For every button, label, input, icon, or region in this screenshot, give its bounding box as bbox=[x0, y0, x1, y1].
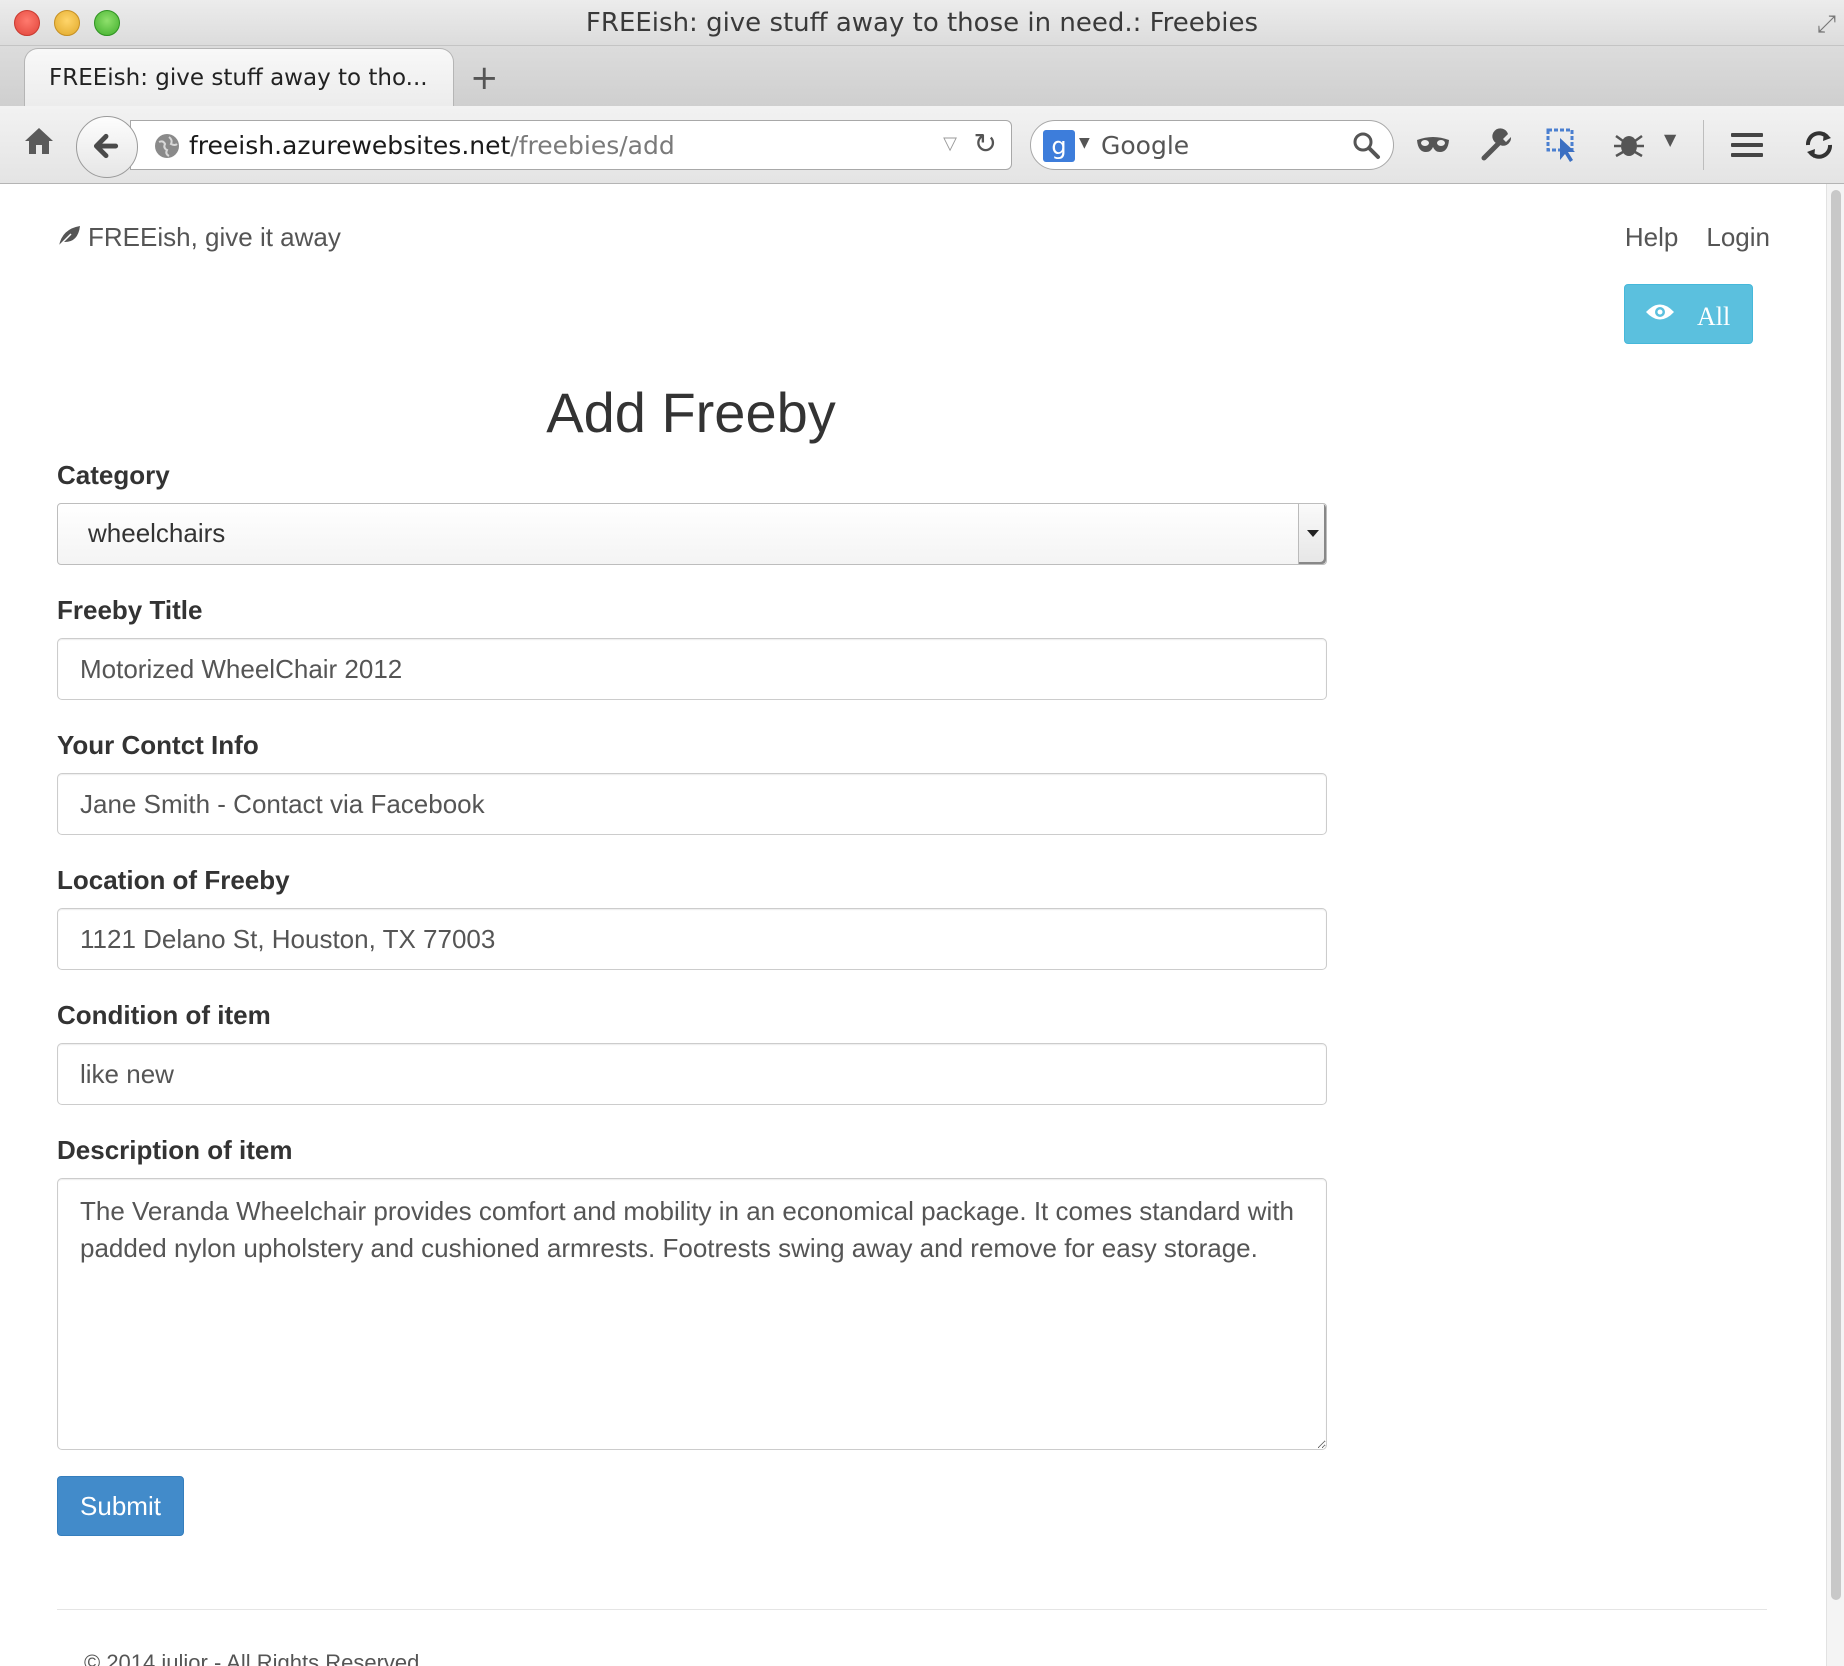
location-label: Location of Freeby bbox=[57, 865, 290, 895]
toolbar-divider bbox=[1703, 120, 1704, 170]
category-select[interactable]: wheelchairs bbox=[57, 503, 1327, 565]
condition-label: Condition of item bbox=[57, 1000, 271, 1030]
page-title: Add Freeby bbox=[546, 381, 836, 444]
view-all-label: All bbox=[1697, 302, 1731, 331]
globe-icon bbox=[155, 134, 179, 158]
bug-icon[interactable] bbox=[1610, 126, 1648, 164]
scrollbar-thumb[interactable] bbox=[1831, 190, 1841, 1600]
menu-icon[interactable] bbox=[1728, 126, 1766, 164]
category-label: Category bbox=[57, 460, 170, 490]
leaf-icon bbox=[58, 226, 80, 247]
select-arrow-icon[interactable] bbox=[1298, 504, 1326, 564]
contact-info-group: Your Contct Info bbox=[57, 730, 1327, 835]
search-bar[interactable]: g ▼ Google bbox=[1030, 120, 1394, 170]
reload-icon[interactable]: ↻ bbox=[974, 127, 997, 160]
category-group: Category wheelchairs bbox=[57, 460, 1327, 565]
tab-strip: FREEish: give stuff away to tho... + bbox=[0, 46, 1844, 106]
search-placeholder: Google bbox=[1101, 131, 1190, 160]
location-input[interactable] bbox=[57, 908, 1327, 970]
sync-icon[interactable] bbox=[1800, 126, 1838, 164]
category-selected-value: wheelchairs bbox=[88, 518, 226, 548]
browser-toolbar: freeish.azurewebsites.net/freebies/add ▽… bbox=[0, 106, 1844, 184]
description-textarea[interactable]: The Veranda Wheelchair provides comfort … bbox=[57, 1178, 1327, 1450]
view-all-button[interactable]: All bbox=[1624, 284, 1753, 344]
url-domain: freeish.azurewebsites.net bbox=[189, 131, 511, 160]
url-history-dropdown-icon[interactable]: ▽ bbox=[943, 133, 957, 154]
login-link[interactable]: Login bbox=[1706, 222, 1770, 252]
back-button[interactable] bbox=[76, 116, 138, 178]
fullscreen-icon[interactable]: ⤢ bbox=[1817, 10, 1836, 38]
toolbar-dropdown-icon[interactable]: ▼ bbox=[1664, 130, 1676, 149]
url-bar[interactable]: freeish.azurewebsites.net/freebies/add ▽… bbox=[130, 120, 1012, 170]
help-link[interactable]: Help bbox=[1625, 222, 1678, 252]
search-icon[interactable] bbox=[1351, 130, 1381, 160]
description-label: Description of item bbox=[57, 1135, 293, 1165]
mask-icon[interactable] bbox=[1414, 126, 1452, 164]
freeby-title-label: Freeby Title bbox=[57, 595, 203, 625]
wrench-icon[interactable] bbox=[1478, 126, 1516, 164]
submit-button[interactable]: Submit bbox=[57, 1476, 184, 1536]
new-tab-button[interactable]: + bbox=[470, 58, 499, 98]
web-page: FREEish, give it away Help Login All Add … bbox=[0, 184, 1826, 1666]
browser-tab-active[interactable]: FREEish: give stuff away to tho... bbox=[24, 48, 454, 106]
footer-copyright: © 2014 julior - All Rights Reserved bbox=[84, 1650, 420, 1666]
condition-group: Condition of item bbox=[57, 1000, 1327, 1105]
description-group: Description of item The Veranda Wheelcha… bbox=[57, 1135, 1327, 1450]
google-logo-icon[interactable]: g bbox=[1043, 130, 1075, 162]
freeby-title-group: Freeby Title bbox=[57, 595, 1327, 700]
top-nav-links: Help Login bbox=[1597, 222, 1770, 253]
window-title: FREEish: give stuff away to those in nee… bbox=[585, 8, 1259, 38]
location-group: Location of Freeby bbox=[57, 865, 1327, 970]
site-brand-link[interactable]: FREEish, give it away bbox=[56, 222, 341, 253]
contact-info-label: Your Contct Info bbox=[57, 730, 259, 760]
inspector-icon[interactable] bbox=[1544, 126, 1582, 164]
freeby-title-input[interactable] bbox=[57, 638, 1327, 700]
search-engine-dropdown-icon[interactable]: ▼ bbox=[1079, 135, 1090, 151]
home-icon[interactable] bbox=[22, 124, 56, 158]
eye-icon bbox=[1646, 304, 1674, 320]
condition-input[interactable] bbox=[57, 1043, 1327, 1105]
back-arrow-icon bbox=[93, 133, 119, 159]
site-brand-text: FREEish, give it away bbox=[88, 222, 341, 252]
url-path: /freebies/add bbox=[510, 131, 675, 160]
window-titlebar: FREEish: give stuff away to those in nee… bbox=[0, 0, 1844, 46]
contact-info-input[interactable] bbox=[57, 773, 1327, 835]
footer-divider bbox=[57, 1609, 1767, 1610]
